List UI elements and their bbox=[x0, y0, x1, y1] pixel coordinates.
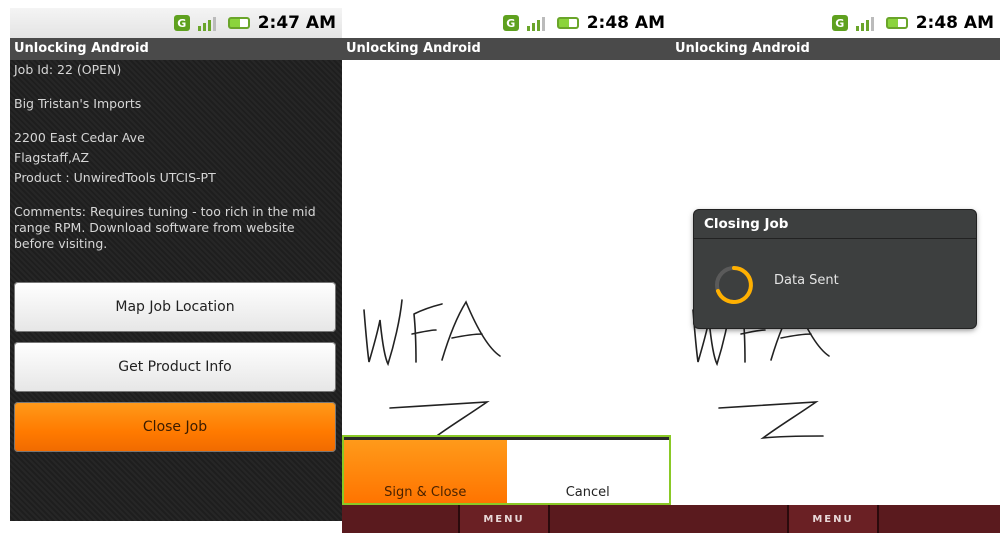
job-detail-content: Job Id: 22 (OPEN) Big Tristan's Imports … bbox=[10, 60, 342, 521]
app-title: Unlocking Android bbox=[10, 38, 342, 60]
sign-close-button[interactable]: Sign & Close bbox=[344, 440, 507, 503]
battery-icon bbox=[885, 17, 908, 29]
app-title: Unlocking Android bbox=[671, 38, 1000, 60]
battery-icon bbox=[556, 17, 579, 29]
signal-icon bbox=[197, 15, 220, 31]
comments-text: Comments: Requires tuning - too rich in … bbox=[14, 204, 316, 251]
dialog-body: Data Sent bbox=[694, 239, 976, 328]
network-type-icon: G bbox=[173, 15, 190, 31]
closing-job-screen: G 2:48 AM Unlocking Android Closing Job … bbox=[671, 0, 1000, 533]
close-job-button[interactable]: Close Job bbox=[14, 402, 336, 452]
get-product-info-button[interactable]: Get Product Info bbox=[14, 342, 336, 392]
address-line2-text: Flagstaff,AZ bbox=[14, 150, 90, 165]
job-detail-screen: G 2:47 AM Unlocking Android Job Id: 22 (… bbox=[0, 0, 342, 533]
menu-button[interactable]: MENU bbox=[460, 505, 550, 533]
status-bar: G 2:48 AM bbox=[671, 8, 1000, 38]
network-type-icon: G bbox=[831, 15, 848, 31]
signature-screen: G 2:48 AM Unlocking Android Sign & Close… bbox=[342, 0, 671, 533]
menu-bar: MENU bbox=[671, 505, 1000, 533]
status-bar: G 2:47 AM bbox=[10, 8, 342, 38]
battery-icon bbox=[227, 17, 250, 29]
menu-bar: MENU bbox=[342, 505, 671, 533]
progress-spinner-icon bbox=[715, 266, 753, 304]
status-bar: G 2:48 AM bbox=[342, 8, 671, 38]
product-text: Product : UnwiredTools UTCIS-PT bbox=[14, 170, 216, 185]
dialog-message: Data Sent bbox=[774, 273, 839, 288]
customer-name-text: Big Tristan's Imports bbox=[14, 96, 142, 111]
menu-bar-segment bbox=[671, 505, 789, 533]
signature-actions: Sign & Close Cancel bbox=[342, 435, 671, 505]
app-title: Unlocking Android bbox=[342, 38, 671, 60]
dialog-title: Closing Job bbox=[694, 210, 976, 239]
status-time: 2:48 AM bbox=[915, 13, 994, 33]
menu-button[interactable]: MENU bbox=[789, 505, 879, 533]
cancel-button[interactable]: Cancel bbox=[506, 440, 669, 503]
menu-bar-segment bbox=[342, 505, 460, 533]
network-type-icon: G bbox=[502, 15, 519, 31]
job-id-text: Job Id: 22 (OPEN) bbox=[14, 62, 122, 77]
signal-icon bbox=[526, 15, 549, 31]
status-time: 2:48 AM bbox=[586, 13, 665, 33]
closing-job-dialog: Closing Job Data Sent bbox=[694, 210, 976, 328]
signature-drawing bbox=[363, 299, 501, 440]
signal-icon bbox=[855, 15, 878, 31]
address-line1-text: 2200 East Cedar Ave bbox=[14, 130, 145, 145]
status-time: 2:47 AM bbox=[257, 13, 336, 33]
map-job-location-button[interactable]: Map Job Location bbox=[14, 282, 336, 332]
